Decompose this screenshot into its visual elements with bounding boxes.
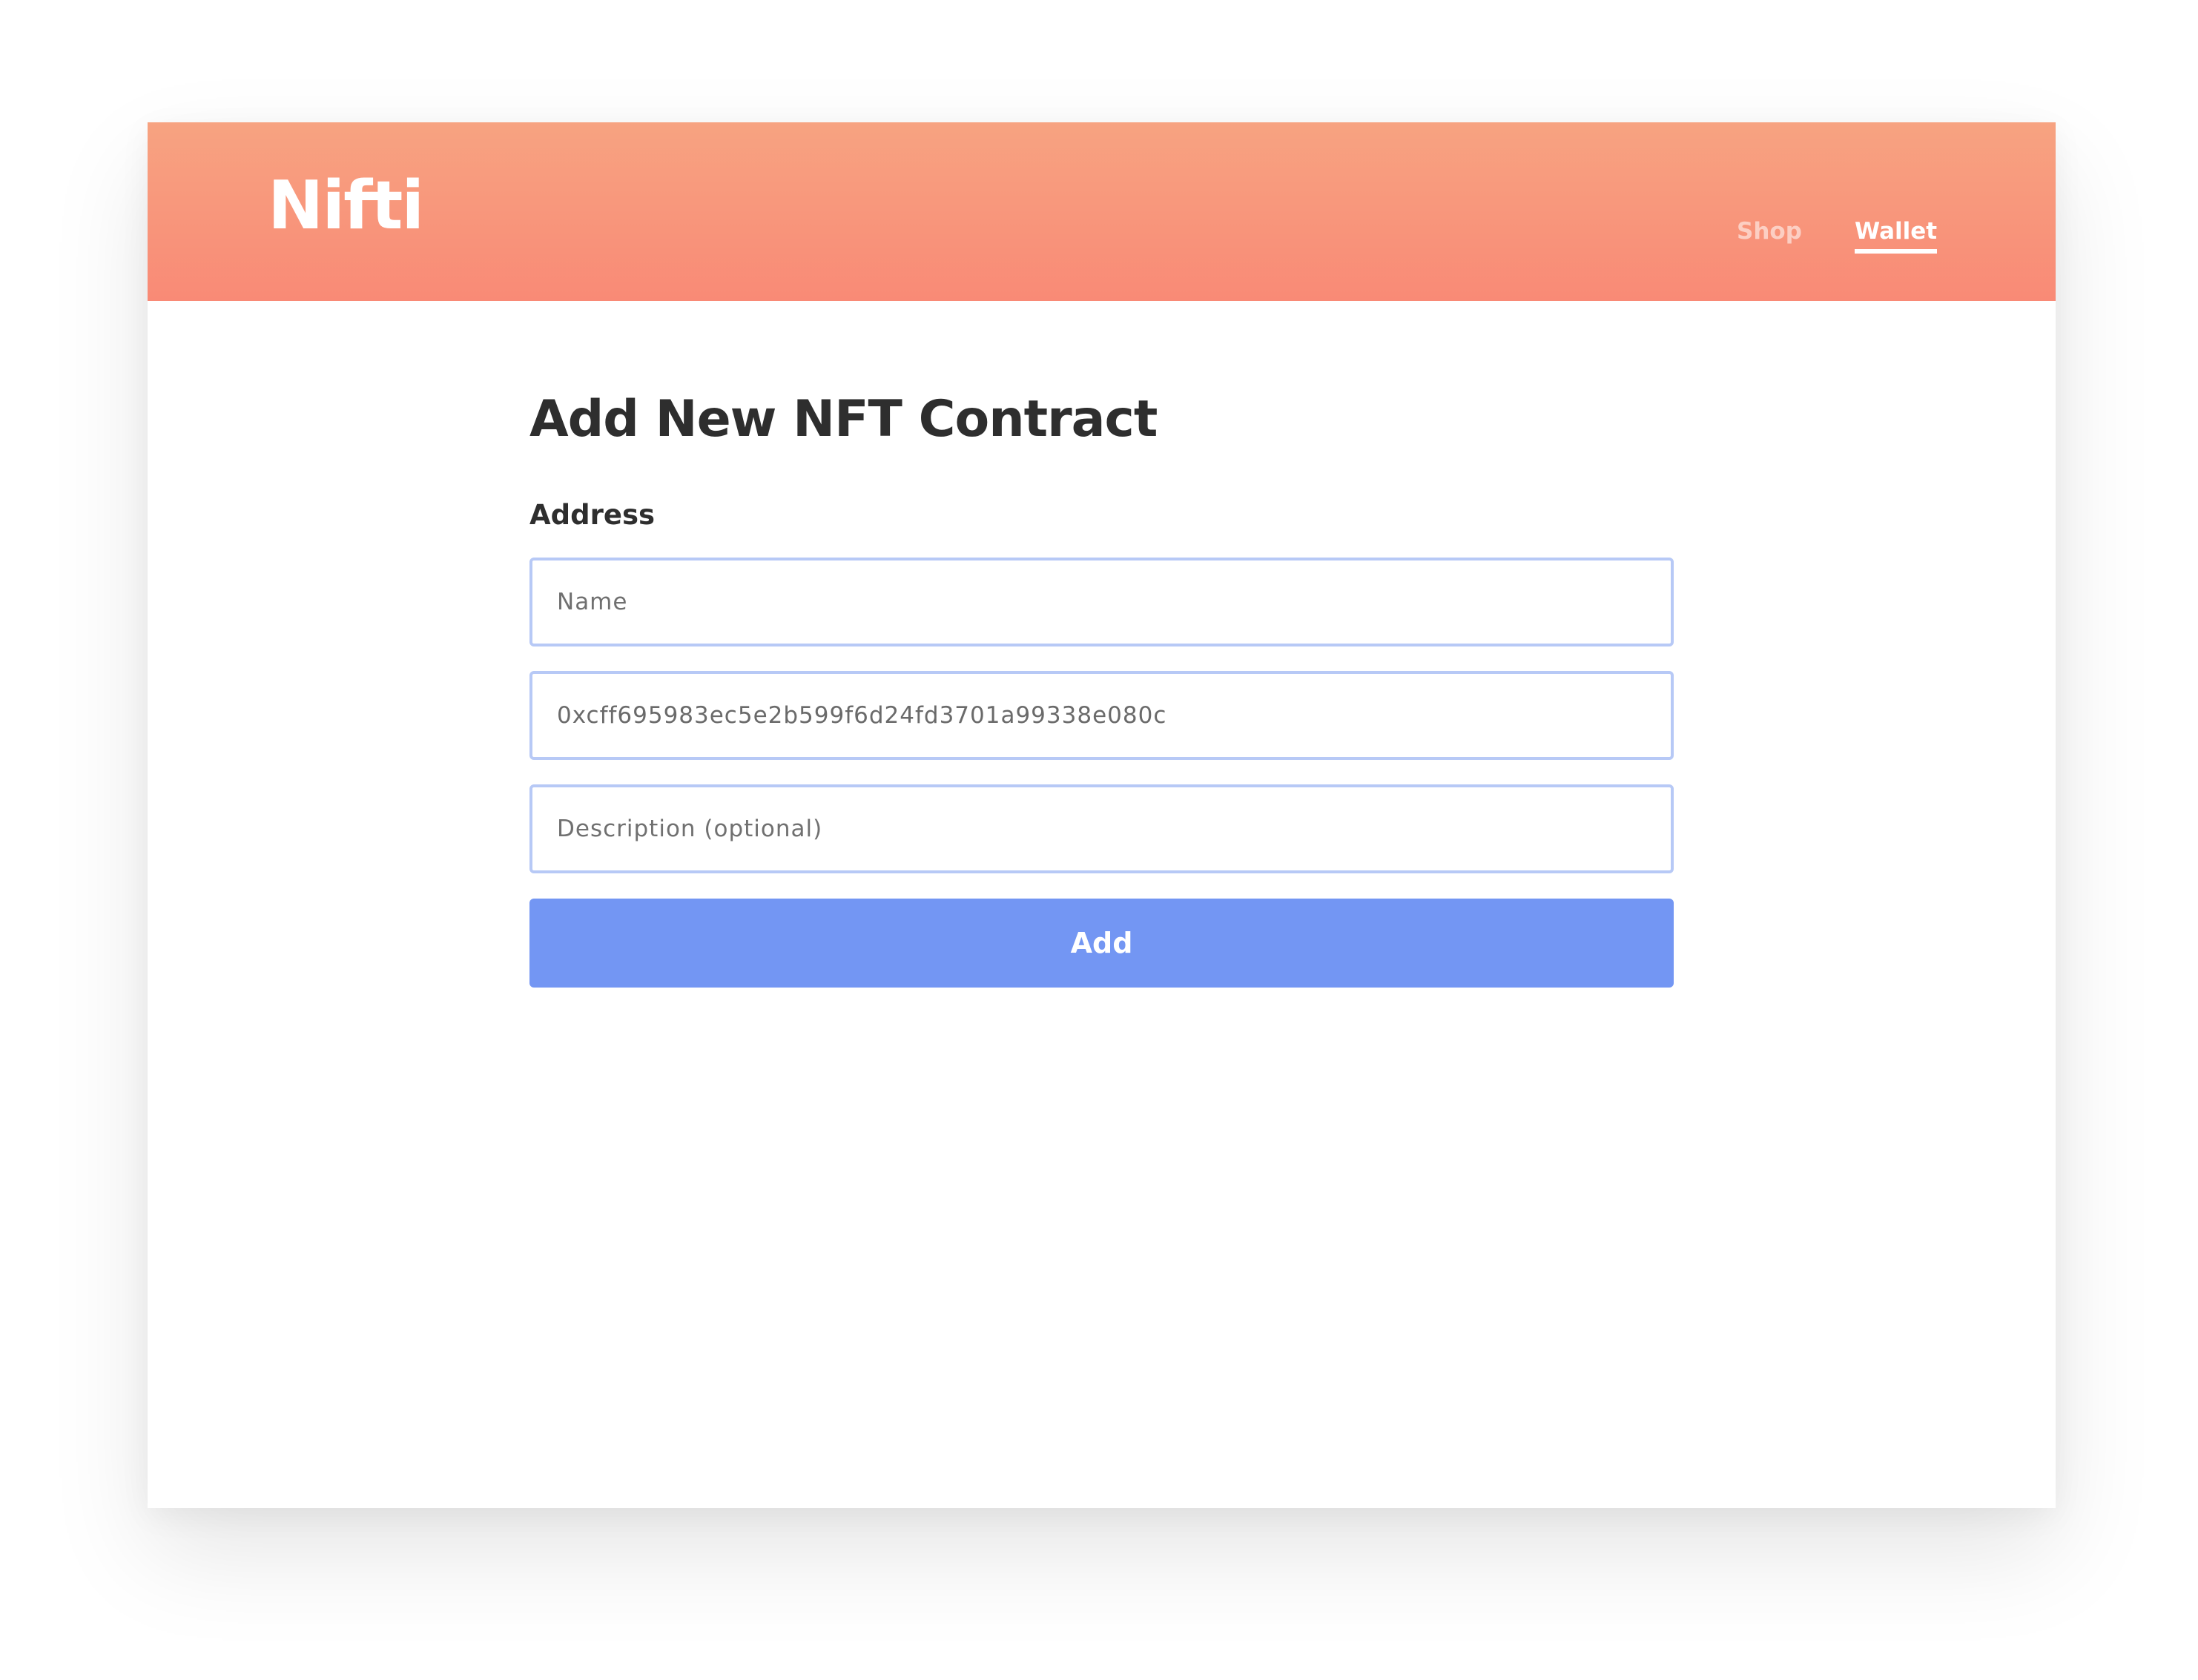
add-button[interactable]: Add xyxy=(529,899,1674,988)
app-logo[interactable]: Nifti xyxy=(268,173,424,239)
address-section-label: Address xyxy=(529,499,655,531)
add-contract-form: Add New NFT Contract Address Add xyxy=(529,394,1674,988)
name-input[interactable] xyxy=(529,558,1674,646)
nav-link-wallet[interactable]: Wallet xyxy=(1855,220,1938,254)
description-input[interactable] xyxy=(529,784,1674,873)
top-header: Nifti Shop Wallet xyxy=(148,122,2056,301)
nav-link-shop[interactable]: Shop xyxy=(1737,220,1802,243)
app-window: Nifti Shop Wallet Add New NFT Contract A… xyxy=(148,122,2056,1508)
page-title: Add New NFT Contract xyxy=(529,390,1158,449)
contract-address-input[interactable] xyxy=(529,671,1674,760)
